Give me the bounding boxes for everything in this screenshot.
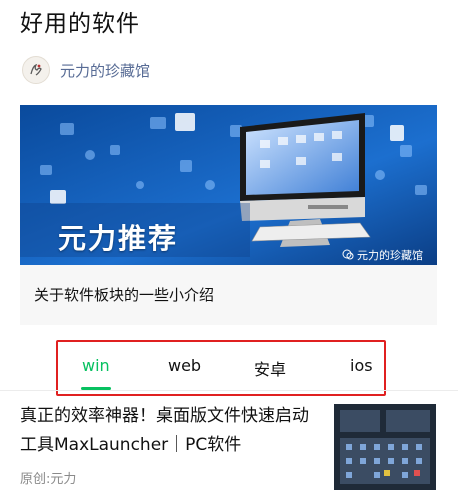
account-name: 元力的珍藏馆 [60,61,151,80]
banner-card[interactable]: 元力推荐 元力的珍藏馆 关于软件板块的一些小介绍 [20,105,437,325]
banner-image: 元力推荐 元力的珍藏馆 [20,105,437,265]
category-tabs: win web 安卓 ios [56,340,386,396]
thumbnail-image [334,404,436,490]
article-title: 真正的效率神器！桌面版文件快速启动工具MaxLauncher｜PC软件 [20,406,309,455]
banner-watermark-text: 元力的珍藏馆 [357,249,423,262]
chat-icon [342,249,354,260]
tab-android[interactable]: 安卓 [254,356,286,380]
tab-ios[interactable]: ios [350,356,373,375]
avatar [22,56,50,84]
article-thumbnail [334,404,436,490]
article-meta: 原创:元力 [20,472,77,487]
banner-watermark: 元力的珍藏馆 [342,247,423,263]
article-item[interactable]: 真正的效率神器！桌面版文件快速启动工具MaxLauncher｜PC软件 原创:元… [0,390,458,500]
account-link[interactable]: 元力的珍藏馆 [22,56,150,84]
account-logo-icon [30,63,42,76]
tab-win[interactable]: win [82,356,110,375]
banner-title: 元力推荐 [58,222,179,255]
page-title: 好用的软件 [20,11,140,37]
tab-web[interactable]: web [168,356,201,375]
banner-caption: 关于软件板块的一些小介绍 [34,286,215,304]
